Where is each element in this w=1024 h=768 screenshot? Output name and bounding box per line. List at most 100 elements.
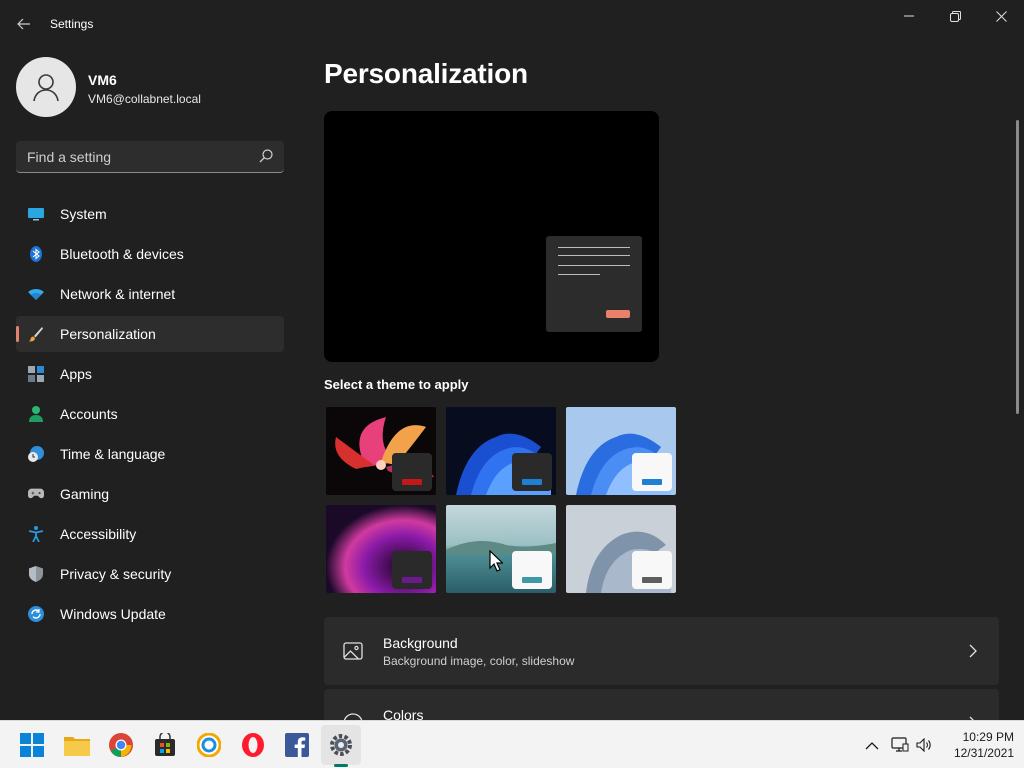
theme-tile-bloom-dark[interactable] [444,405,558,497]
sidebar-item-system[interactable]: System [16,196,284,232]
taskbar-file-explorer[interactable] [57,725,97,765]
facebook-icon [285,733,309,757]
clock-date: 12/31/2021 [953,746,1014,760]
person-icon [28,406,44,422]
sidebar-item-accessibility[interactable]: Accessibility [16,516,284,552]
sidebar-nav: System Bluetooth & devices Network & int… [16,196,284,636]
theme-accent-swatch [642,577,662,583]
theme-accent-swatch [402,577,422,583]
accessibility-icon [28,526,44,542]
card-title: Background [383,635,458,651]
taskbar: 10:29 PM 12/31/2021 [0,720,1024,768]
sidebar-item-label: Personalization [60,326,156,342]
sidebar-item-label: Gaming [60,486,110,502]
preview-window [546,236,642,332]
sidebar-item-time-language[interactable]: Time & language [16,436,284,472]
gamepad-icon [28,486,44,502]
chrome-icon [109,733,133,757]
theme-tile-flow-silver[interactable] [564,503,678,595]
page-title: Personalization [324,58,528,89]
volume-icon [916,738,931,752]
theme-tile-glow-flower[interactable] [324,405,438,497]
restore-button[interactable] [932,0,978,32]
back-button[interactable] [10,10,38,38]
mouse-pointer-icon [489,550,503,572]
person-placeholder-icon [33,74,59,102]
taskbar-settings[interactable] [321,725,361,765]
card-subtitle: Background image, color, slideshow [383,654,575,668]
background-card[interactable]: Background Background image, color, slid… [324,617,999,685]
theme-tile-glow-purple[interactable] [324,503,438,595]
taskbar-chrome[interactable] [101,725,141,765]
network-icon [891,737,909,752]
chevron-right-icon [969,644,977,658]
sidebar-item-label: System [60,206,107,222]
taskbar-clock[interactable]: 10:29 PM 12/31/2021 [940,729,1014,761]
system-monitor-icon [28,206,44,222]
store-icon [155,733,175,756]
minimize-button[interactable] [886,0,932,32]
sidebar-item-label: Windows Update [60,606,166,622]
sidebar-item-personalization[interactable]: Personalization [16,316,284,352]
taskbar-store[interactable] [145,725,185,765]
active-app-indicator [334,764,348,767]
close-button[interactable] [978,0,1024,32]
title-bar: Settings [0,0,1024,48]
update-icon [28,606,44,622]
sidebar-item-label: Apps [60,366,92,382]
shield-icon [28,566,44,582]
bluetooth-icon [28,246,44,262]
app-title: Settings [50,17,94,31]
search-input[interactable] [16,141,256,172]
theme-accent-swatch [642,479,662,485]
theme-preview [324,111,659,362]
avatar[interactable] [16,57,76,117]
image-icon [343,642,363,660]
network-button[interactable] [890,735,910,755]
sidebar-item-label: Network & internet [60,286,176,302]
browser-icon [197,733,221,757]
opera-icon [242,733,264,757]
sidebar-item-network[interactable]: Network & internet [16,276,284,312]
close-icon [995,10,1007,22]
file-explorer-icon [64,737,90,756]
sidebar-item-bluetooth[interactable]: Bluetooth & devices [16,236,284,272]
search-icon[interactable] [259,149,273,163]
user-email: VM6@collabnet.local [88,92,201,106]
start-icon [20,733,44,757]
theme-tile-bloom-light[interactable] [564,405,678,497]
taskbar-opera[interactable] [233,725,273,765]
theme-tile-captured-motion[interactable] [444,503,558,595]
settings-icon [330,734,352,756]
chevron-up-icon [865,741,879,749]
taskbar-facebook[interactable] [277,725,317,765]
sidebar-item-label: Bluetooth & devices [60,246,184,262]
sidebar-item-label: Accounts [60,406,118,422]
restore-icon [949,10,961,22]
sidebar-item-label: Time & language [60,446,166,462]
clock-time: 10:29 PM [962,730,1014,744]
scrollbar[interactable] [1016,120,1019,414]
search-box [16,141,284,173]
sidebar-item-windows-update[interactable]: Windows Update [16,596,284,632]
sidebar-item-label: Privacy & security [60,566,172,582]
apps-grid-icon [28,366,44,382]
minimize-icon [904,15,914,17]
volume-button[interactable] [914,735,934,755]
sidebar-item-accounts[interactable]: Accounts [16,396,284,432]
theme-accent-swatch [522,479,542,485]
back-arrow-icon [17,18,30,30]
show-hidden-icons-button[interactable] [862,735,882,755]
theme-accent-swatch [402,479,422,485]
sidebar-item-privacy[interactable]: Privacy & security [16,556,284,592]
start-button[interactable] [12,725,52,765]
preview-accent-button [606,310,630,318]
paintbrush-icon [28,326,44,342]
theme-accent-swatch [522,577,542,583]
sidebar-item-apps[interactable]: Apps [16,356,284,392]
themes-section-label: Select a theme to apply [324,377,469,392]
sidebar-item-gaming[interactable]: Gaming [16,476,284,512]
wifi-icon [28,286,44,302]
taskbar-browser[interactable] [189,725,229,765]
sidebar-item-label: Accessibility [60,526,137,542]
